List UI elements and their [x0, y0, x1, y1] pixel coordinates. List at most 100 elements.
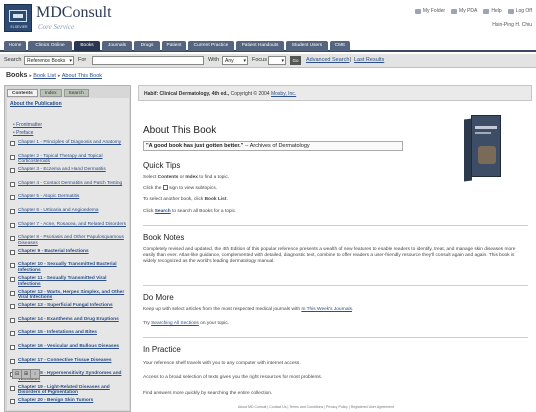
chapter-label[interactable]: Chapter 11 - Sexually Transmitted Viral …	[18, 276, 128, 287]
chapter-label[interactable]: Chapter 2 - Topical Therapy and Topical …	[18, 154, 128, 165]
tab-cme[interactable]: CME	[330, 41, 350, 51]
chapter-label[interactable]: Chapter 6 - Urticaria and Angioedema	[18, 208, 99, 214]
chapter-label[interactable]: Chapter 14 - Exanthems and Drug Eruption…	[18, 317, 119, 323]
help-link[interactable]: Help	[483, 8, 502, 14]
expand-box-icon[interactable]	[10, 277, 15, 282]
elsevier-logo[interactable]: ELSEVIER	[4, 4, 32, 32]
tab-search[interactable]: Search	[63, 89, 89, 97]
expand-box-icon[interactable]	[10, 358, 15, 364]
chapter-label[interactable]: Chapter 1 - Principles of Diagnosis and …	[18, 140, 121, 146]
tab-patient-handouts[interactable]: Patient Handouts	[236, 41, 284, 51]
expand-box-icon[interactable]	[10, 141, 15, 146]
chapter-label[interactable]: Chapter 17 - Connective Tissue Diseases	[18, 358, 112, 364]
top-links: My Folder My PDA Help Log Off	[414, 8, 532, 14]
tab-student-users[interactable]: Student Users	[286, 41, 328, 51]
tab-current-practice[interactable]: Current Practice	[188, 41, 234, 51]
expand-box-icon[interactable]	[10, 399, 15, 405]
this-weeks-journals-link[interactable]: In This Week's Journals	[301, 307, 352, 312]
expand-box-icon[interactable]	[10, 385, 15, 391]
expand-box-icon[interactable]	[10, 195, 15, 201]
search-scope-select[interactable]: Reference Books	[24, 56, 74, 65]
my-folder-link[interactable]: My Folder	[414, 8, 445, 14]
book-cover	[464, 115, 502, 182]
frontmatter-link[interactable]: Frontmatter	[13, 122, 42, 128]
sidebar: Contents Index Search About the Publicat…	[4, 85, 131, 412]
tab-home[interactable]: Home	[4, 41, 26, 51]
expand-icon[interactable]: ⊞	[22, 370, 31, 378]
tip-3: To select another book, click Book List.	[143, 197, 228, 202]
chapter-label[interactable]: Chapter 4 - Contact Dermatitis and Patch…	[18, 181, 122, 187]
quote-source: -- Archives of Dermatology	[243, 143, 310, 149]
collapse-icon[interactable]: ⊟	[13, 370, 22, 378]
expand-box-icon[interactable]	[10, 236, 15, 242]
chapter-label[interactable]: Chapter 10 - Sexually Transmitted Bacter…	[18, 262, 128, 273]
expand-box-icon[interactable]	[10, 249, 15, 255]
tab-index[interactable]: Index	[39, 89, 62, 97]
tab-clinics-online[interactable]: Clinics Online	[28, 41, 72, 51]
book-title-line: Habif: Clinical Dermatology, 4th ed., Co…	[144, 91, 296, 97]
do-more-line-1: Keep up with select articles from the mo…	[143, 307, 354, 312]
expand-box-icon[interactable]	[10, 181, 15, 187]
chapter-label[interactable]: Chapter 9 - Bacterial Infections	[18, 249, 89, 255]
chapter-label[interactable]: Chapter 15 - Infestations and Bites	[18, 330, 97, 336]
quote-box: "A good book has just gotten better." --…	[143, 141, 403, 151]
search-bar: Search Reference Books For With Any Focu…	[0, 54, 536, 68]
preface-link[interactable]: Preface	[13, 130, 33, 136]
about-publication-link[interactable]: About the Publication	[10, 101, 62, 107]
brand-name[interactable]: MDConsult	[36, 4, 112, 22]
chapter-label[interactable]: Chapter 7 - Acne, Rosacea, and Related D…	[18, 222, 126, 228]
expand-box-icon[interactable]	[10, 345, 15, 350]
quick-tips-heading: Quick Tips	[143, 161, 181, 170]
expand-box-icon[interactable]	[10, 304, 15, 310]
chapter-label[interactable]: Chapter 20 - Benign Skin Tumors	[18, 398, 93, 404]
search-input[interactable]	[92, 56, 204, 65]
chapter-label[interactable]: Chapter 19 - Light-Related Diseases and …	[18, 385, 128, 396]
expand-box-icon[interactable]	[10, 154, 15, 160]
tab-journals[interactable]: Journals	[102, 41, 132, 51]
last-results-link[interactable]: Last Results	[354, 57, 384, 63]
publisher-link[interactable]: Mosby, Inc.	[271, 91, 296, 97]
header: ELSEVIER MDConsult Core Service My Folde…	[0, 0, 536, 40]
advanced-search-link[interactable]: Advanced Search	[306, 57, 349, 63]
my-pda-link[interactable]: My PDA	[451, 8, 477, 14]
search-link[interactable]: Search	[155, 209, 171, 214]
expand-box-icon[interactable]	[10, 317, 15, 323]
chapter-label[interactable]: Chapter 16 - Vesicular and Bullous Disea…	[18, 344, 119, 350]
chapter-label[interactable]: Chapter 13 - Superficial Fungal Infectio…	[18, 303, 113, 309]
expand-box-icon[interactable]	[10, 263, 15, 269]
tip-4: Click Search to search all Books for a t…	[143, 209, 237, 214]
go-button[interactable]: Go	[290, 56, 301, 65]
do-more-heading: Do More	[143, 293, 174, 302]
do-more-line-2: Try Searching All Sections on your topic…	[143, 321, 229, 326]
chapter-label[interactable]: Chapter 12 - Warts, Herpes Simplex, and …	[18, 290, 128, 301]
expand-box-icon[interactable]	[10, 209, 15, 214]
chapter-label[interactable]: Chapter 3 - Eczema and Hand Dermatitis	[18, 167, 106, 173]
copyright: Copyright © 2004	[230, 91, 270, 97]
logo-text: ELSEVIER	[10, 25, 28, 29]
footer-links[interactable]: About MD Consult | Contact Us | Terms an…	[238, 405, 394, 409]
for-label: For	[78, 57, 87, 63]
practice-line-2: Access to a broad selection of texts giv…	[143, 375, 323, 380]
tab-patient[interactable]: Patient	[162, 41, 186, 51]
expand-box-icon[interactable]	[10, 290, 15, 296]
tab-drugs[interactable]: Drugs	[134, 41, 160, 51]
resize-icon[interactable]: ↕	[31, 370, 39, 378]
help-icon	[483, 8, 490, 14]
tab-contents[interactable]: Contents	[7, 89, 38, 97]
main-nav: Home Clinics Online Books Journals Drugs…	[0, 40, 536, 52]
expand-box-icon[interactable]	[10, 168, 15, 174]
breadcrumb-current[interactable]: About This Book	[62, 73, 102, 79]
breadcrumb-book-list[interactable]: Book List	[33, 73, 56, 79]
tab-books[interactable]: Books	[74, 41, 100, 51]
with-label: With	[208, 57, 219, 63]
expand-box-icon[interactable]	[10, 222, 15, 228]
chapter-label[interactable]: Chapter 8 - Psoriasis and Other Papulosq…	[18, 235, 128, 246]
searching-all-sections-link[interactable]: Searching All Sections	[151, 321, 199, 326]
expand-box-icon[interactable]	[10, 331, 15, 337]
chapter-label[interactable]: Chapter 5 - Atopic Dermatitis	[18, 194, 79, 200]
log-off-link[interactable]: Log Off	[507, 8, 532, 14]
focus-select[interactable]	[268, 56, 286, 65]
folder-icon	[414, 8, 421, 14]
book-notes-text: Completely revised and updated, the 4th …	[143, 247, 516, 264]
with-select[interactable]: Any	[222, 56, 248, 65]
